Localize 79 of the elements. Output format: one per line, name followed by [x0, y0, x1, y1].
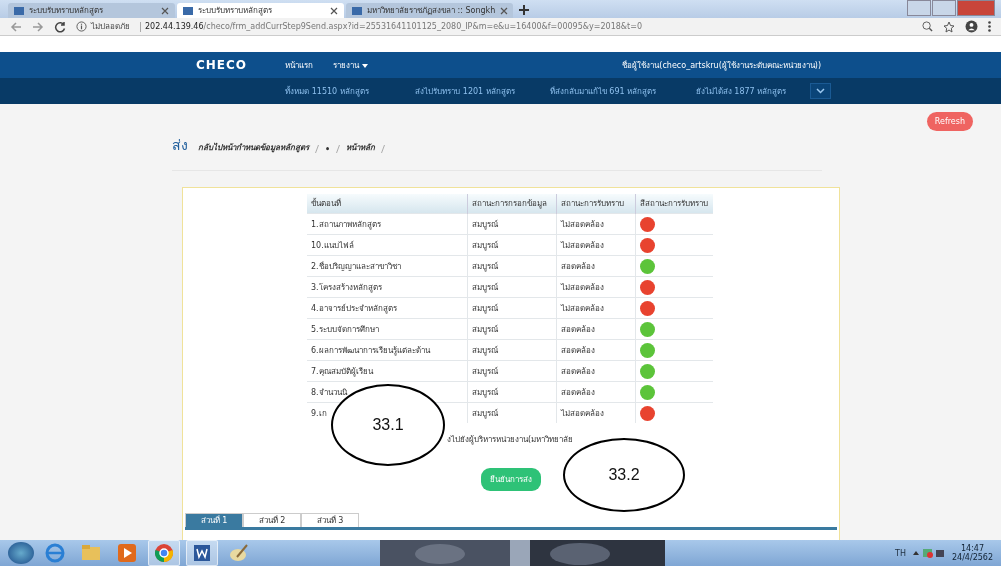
stat-link[interactable]: ยังไม่ได้ส่ง 1877 หลักสูตร — [672, 84, 810, 98]
minimize-icon[interactable] — [907, 0, 931, 16]
message-text: งไปยังผู้บริหารหน่วยงาน(มหาวิทยาลัย — [447, 434, 574, 446]
chrome-icon[interactable] — [148, 540, 180, 566]
forward-icon[interactable] — [32, 20, 44, 33]
user-menu[interactable]: ชื่อผู้ใช้งาน(checo_artskru(ผู้ใช้งานระดับคณะหน่วยงาน)) — [622, 58, 821, 72]
table-cell: สมบูรณ์ — [467, 339, 557, 361]
page-title: ส่ง — [172, 136, 188, 155]
table-cell: สมบูรณ์ — [467, 318, 557, 340]
site-icon — [183, 6, 193, 15]
account-icon[interactable] — [965, 20, 978, 33]
table-cell: 3.โครงสร้างหลักสูตร — [307, 276, 468, 298]
section-tab[interactable]: ส่วนที่ 3 — [301, 513, 359, 527]
language-indicator[interactable]: TH — [895, 548, 906, 558]
nav-link[interactable]: หน้าแรก — [285, 58, 314, 72]
table-cell: ไม่สอดคล้อง — [556, 276, 636, 298]
separator-icon — [336, 145, 341, 153]
table-cell: สอดคล้อง — [556, 360, 636, 382]
table-cell: 6.ผลการพัฒนาการเรียนรู้แต่ละด้าน — [307, 339, 468, 361]
table-cell: 5.ระบบจัดการศึกษา — [307, 318, 468, 340]
browser-tab[interactable]: มหาวิทยาลัยราชภัฏสงขลา :: Songkh — [346, 3, 513, 18]
breadcrumb-link[interactable]: กลับไปหน้ากำหนดข้อมูลหลักสูตร — [198, 141, 309, 154]
address-field[interactable]: 202.44.139.46/checo/frm_addCurrStep9Send.aspx?id=25531641101125_2080_IP&m=e&u=16400&f=00095&y=2018&t=0 — [145, 22, 642, 31]
tray-icon[interactable] — [911, 547, 946, 559]
column-header: สีสถานะการรับทราบ — [635, 194, 713, 214]
security-label: ไม่ปลอดภัย — [91, 21, 130, 33]
table-cell: สมบูรณ์ — [467, 255, 557, 277]
close-icon[interactable] — [500, 6, 509, 15]
site-icon — [14, 6, 24, 15]
table-cell: สมบูรณ์ — [467, 276, 557, 298]
nav-link[interactable]: รายงาน — [333, 58, 369, 72]
table-cell: ไม่สอดคล้อง — [556, 213, 636, 235]
browser-tab[interactable]: ระบบรับทราบหลักสูตร — [8, 3, 175, 18]
breadcrumb-link[interactable]: • — [325, 145, 331, 154]
table-cell: สอดคล้อง — [556, 381, 636, 403]
table-cell: ไม่สอดคล้อง — [556, 234, 636, 256]
clock-date: 24/4/2562 — [951, 553, 993, 562]
table-cell: สมบูรณ์ — [467, 360, 557, 382]
browser-tab[interactable]: ระบบรับทราบหลักสูตร — [177, 3, 344, 18]
close-icon[interactable] — [161, 6, 169, 15]
star-icon[interactable] — [943, 20, 955, 33]
brand-logo[interactable]: CHECO — [196, 58, 248, 72]
table-cell: ไม่สอดคล้อง — [556, 297, 636, 319]
info-icon[interactable] — [76, 21, 87, 32]
document-icon[interactable] — [186, 540, 218, 566]
section-tab[interactable]: ส่วนที่ 2 — [243, 513, 301, 527]
zoom-icon[interactable] — [922, 21, 933, 32]
table-cell: สมบูรณ์ — [467, 234, 557, 256]
breadcrumb-link[interactable]: หน้าหลัก — [346, 141, 376, 154]
table-cell: 10.แนบไฟล์ — [307, 234, 468, 256]
start-button[interactable] — [8, 542, 34, 564]
reload-icon[interactable] — [54, 20, 66, 33]
stat-link[interactable]: ทั้งหมด 11510 หลักสูตร — [258, 84, 396, 98]
table-cell: สอดคล้อง — [556, 255, 636, 277]
separator-icon — [381, 145, 386, 153]
table-cell: 1.สถานภาพหลักสูตร — [307, 213, 468, 235]
table-cell: ไม่สอดคล้อง — [556, 402, 636, 423]
close-icon[interactable] — [330, 6, 338, 15]
stat-link[interactable]: ที่ส่งกลับมาแก้ไข 691 หลักสูตร — [534, 84, 672, 98]
table-cell: สมบูรณ์ — [467, 297, 557, 319]
chevron-icon[interactable] — [810, 83, 831, 99]
table-cell: 7.คุณสมบัติผู้เรียน — [307, 360, 468, 382]
section-tab[interactable]: ส่วนที่ 1 — [185, 513, 243, 527]
table-cell: สมบูรณ์ — [467, 381, 557, 403]
caret-icon — [362, 63, 369, 68]
column-header: สถานะการรับทราบ — [556, 194, 636, 214]
column-header: ขั้นตอนที่ — [307, 194, 468, 214]
column-header: สถานะการกรอกข้อมูล — [467, 194, 557, 214]
table-cell: 4.อาจารย์ประจำหลักสูตร — [307, 297, 468, 319]
table-cell: สมบูรณ์ — [467, 402, 557, 423]
table-cell: สอดคล้อง — [556, 318, 636, 340]
separator-icon — [315, 145, 319, 153]
table-cell: สมบูรณ์ — [467, 213, 557, 235]
table-cell: สอดคล้อง — [556, 339, 636, 361]
stat-link[interactable]: ส่งไปรับทราบ 1201 หลักสูตร — [396, 84, 534, 98]
clock-time: 14:47 — [960, 544, 984, 553]
table-cell: 2.ชื่อปริญญาและสาขาวิชา — [307, 255, 468, 277]
menu-icon[interactable] — [988, 21, 991, 32]
back-icon[interactable] — [10, 20, 22, 33]
